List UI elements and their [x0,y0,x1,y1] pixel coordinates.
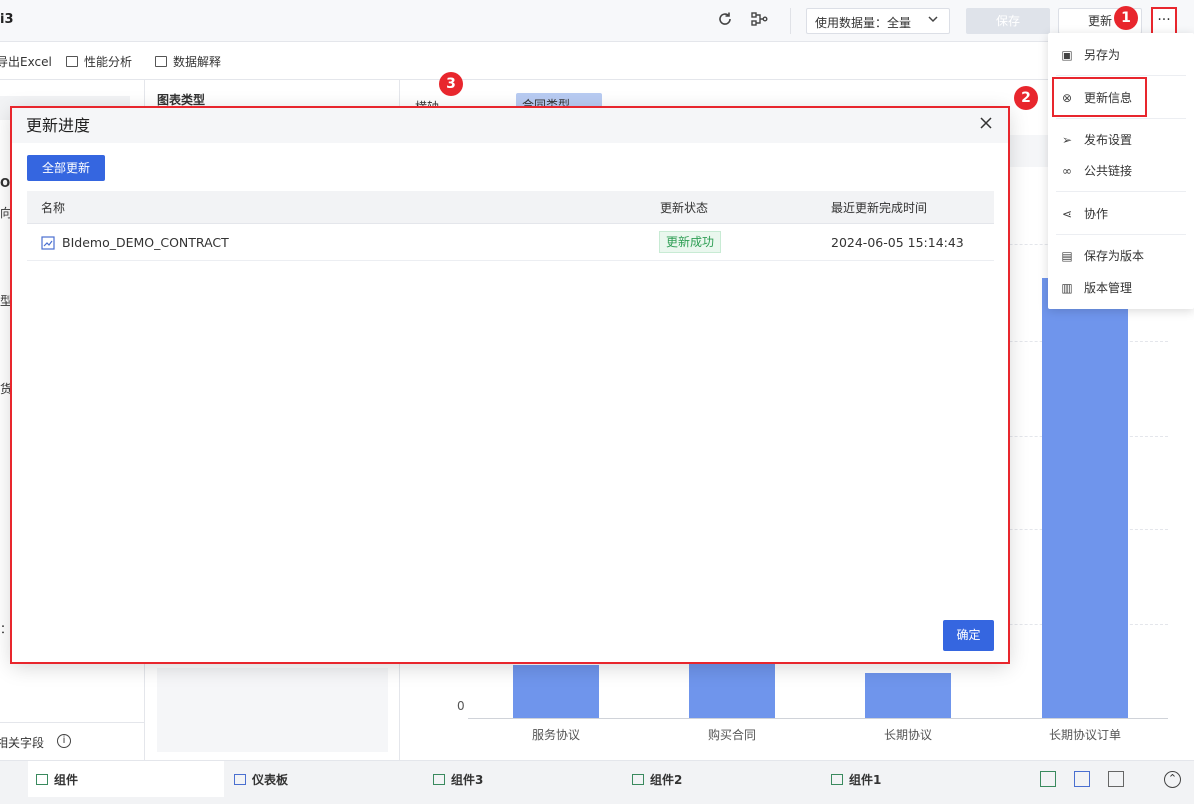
chart-icon [36,774,48,785]
data-volume-label: 使用数据量：全量 [815,16,912,30]
chart-icon [433,774,445,785]
chevron-down-icon [927,13,939,28]
menu-item-public-link[interactable]: ∞ 公共链接 [1060,162,1132,179]
x-tick-label: 服务协议 [531,728,580,742]
divider [790,8,791,34]
x-axis [468,718,1168,719]
divider [1056,118,1186,119]
x-tick-label: 长期协议 [883,728,932,742]
chart-icon [831,774,843,785]
more-menu: ▣ 另存为 ⊗ 更新信息 ➢ 发布设置 ∞ 公共链接 ⋖ 协作 ▤ 保存为版本 ▥ 版本管理 [1048,33,1194,309]
tab-component2[interactable]: 组件2 [632,771,682,788]
secondary-toolbar: 导出Excel 性能分析 数据解释 [0,43,1194,80]
chart-icon [632,774,644,785]
y-tick-label: 0 [457,699,465,713]
top-bar: i3 使用数据量：全量 保存 更新 ··· [0,0,1194,42]
link-icon: ∞ [1062,164,1072,178]
step-badge: 2 [1014,86,1038,110]
divider [1056,234,1186,235]
data-volume-select[interactable]: 使用数据量：全量 [806,8,950,34]
add-report-icon[interactable] [1108,771,1124,787]
performance-analysis-button[interactable]: 性能分析 [66,53,132,70]
chart-icon [155,56,167,67]
left-fragment: O [0,176,11,190]
chart-bar[interactable] [1042,278,1128,718]
menu-item-save-as[interactable]: ▣ 另存为 [1060,46,1120,63]
menu-highlight-box [1052,77,1147,117]
menu-item-version-manage[interactable]: ▥ 版本管理 [1060,279,1132,296]
step-badge: 1 [1114,6,1138,30]
tab-component3[interactable]: 组件3 [433,771,483,788]
monitor-icon [66,56,78,67]
add-dashboard-icon[interactable] [1074,771,1090,787]
tab-dashboard[interactable]: 仪表板 [234,771,288,788]
share-icon: ⋖ [1061,207,1073,221]
info-icon[interactable]: i [57,734,71,748]
more-button[interactable]: ··· [1151,7,1177,35]
version-save-icon: ▤ [1061,249,1073,263]
step-badge: 3 [439,72,463,96]
menu-item-collaborate[interactable]: ⋖ 协作 [1060,205,1108,222]
chart-bar[interactable] [513,665,599,718]
export-excel-button[interactable]: 导出Excel [0,53,52,70]
menu-item-save-version[interactable]: ▤ 保存为版本 [1060,247,1144,264]
tab-component1[interactable]: 组件1 [831,771,881,788]
add-component-icon[interactable] [1040,771,1056,787]
related-fields-label: 相关字段 [0,736,45,750]
refresh-icon[interactable] [716,10,734,32]
collapse-icon[interactable]: ⌃ [1164,771,1181,788]
page-title: i3 [0,12,14,27]
dialog-highlight-box [10,106,1010,664]
bottom-tab-bar: 组件 仪表板 组件3 组件2 组件1 ⌃ [0,760,1194,804]
divider [0,722,145,723]
x-tick-label: 购买合同 [707,728,756,742]
version-manage-icon: ▥ [1061,281,1073,295]
divider [1056,191,1186,192]
save-as-icon: ▣ [1061,48,1073,62]
dashboard-icon [234,774,246,785]
lineage-icon[interactable] [750,10,768,32]
menu-item-publish-settings[interactable]: ➢ 发布设置 [1060,131,1132,148]
tab-component[interactable]: 组件 [36,771,78,788]
save-button[interactable]: 保存 [966,8,1050,34]
chart-bar[interactable] [865,673,951,718]
data-explain-button[interactable]: 数据解释 [155,53,221,70]
send-icon: ➢ [1061,133,1073,147]
panel-box [157,668,388,752]
divider [1056,75,1186,76]
x-tick-label: 长期协议订单 [1048,728,1121,742]
